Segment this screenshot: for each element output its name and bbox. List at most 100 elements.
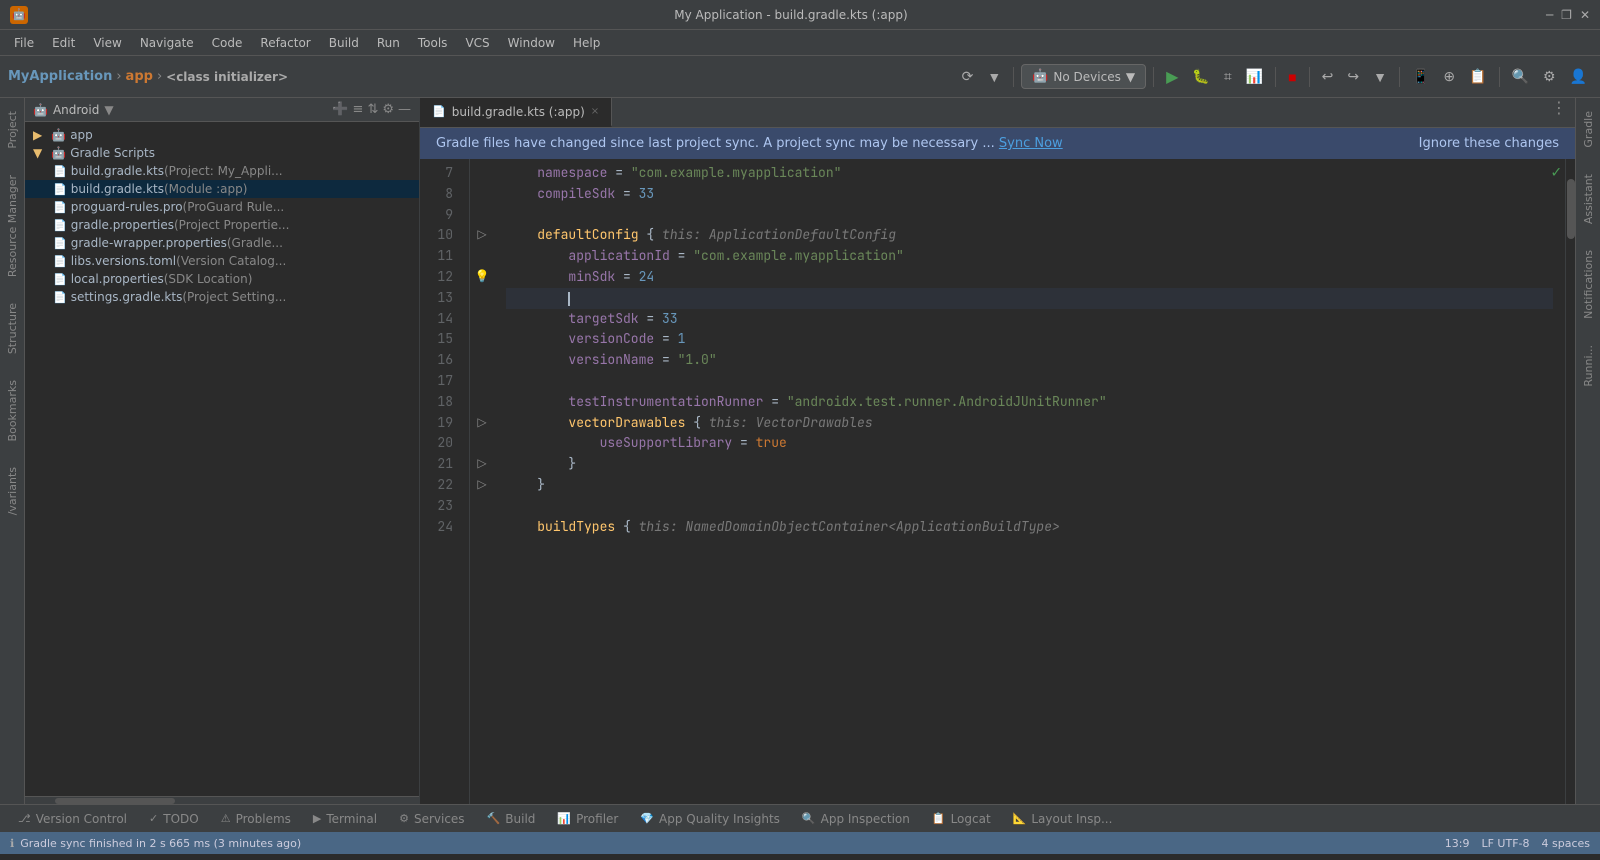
variants-label[interactable]: /variants <box>2 459 23 523</box>
code-line-8: compileSdk = 33 <box>506 184 1553 205</box>
todo-icon: ✓ <box>149 812 158 825</box>
dropdown-icon[interactable]: ▼ <box>104 103 113 117</box>
sync-now-link[interactable]: Sync Now <box>999 136 1063 151</box>
tab-close-button[interactable]: × <box>591 106 599 117</box>
run-button[interactable]: ▶ <box>1161 64 1183 90</box>
problems-tab[interactable]: ⚠ Problems <box>211 809 301 829</box>
minimize-button[interactable]: ─ <box>1546 8 1553 22</box>
version-control-tab[interactable]: ⎇ Version Control <box>8 809 137 829</box>
menu-edit[interactable]: Edit <box>44 34 83 52</box>
redo-button[interactable]: ↪ <box>1342 65 1364 88</box>
dropdown2-button[interactable]: ▼ <box>1368 66 1392 88</box>
tab-label: build.gradle.kts (:app) <box>452 105 585 119</box>
settings-button[interactable]: ⚙ <box>1538 65 1561 88</box>
logcat-tab[interactable]: 📋 Logcat <box>922 809 1001 829</box>
minimize-panel-icon[interactable]: — <box>398 102 411 117</box>
toolbar-right: ⟳ ▼ 🤖 No Devices ▼ ▶ 🐛 ⌗ 📊 ■ ↩ ↪ ▼ 📱 ⊕ <box>957 64 1592 90</box>
services-icon: ⚙ <box>399 812 409 825</box>
tree-item-proguard[interactable]: 📄 proguard-rules.pro (ProGuard Rule... <box>25 198 419 216</box>
separator-2 <box>1153 67 1154 87</box>
app-quality-tab[interactable]: 💎 App Quality Insights <box>630 809 790 829</box>
menu-window[interactable]: Window <box>500 34 563 52</box>
code-content[interactable]: ✓ namespace = "com.example.myapplication… <box>494 159 1565 804</box>
settings-gear-icon[interactable]: ⚙ <box>382 102 394 117</box>
code-line-21: } <box>506 454 1553 475</box>
menu-build[interactable]: Build <box>321 34 367 52</box>
code-line-15: versionCode = 1 <box>506 329 1553 350</box>
build-tab[interactable]: 🔨 Build <box>477 809 546 829</box>
app-icon: 🤖 <box>10 6 28 24</box>
gradle-panel-label[interactable]: Gradle <box>1578 103 1599 156</box>
tab-menu-button[interactable]: ⋮ <box>1543 98 1575 127</box>
undo-button[interactable]: ↩ <box>1317 65 1339 88</box>
tree-item-gradle-properties[interactable]: 📄 gradle.properties (Project Propertie..… <box>25 216 419 234</box>
device-selector[interactable]: 🤖 No Devices ▼ <box>1021 64 1146 89</box>
project-panel-label[interactable]: Project <box>2 103 23 157</box>
device-manager-button[interactable]: ⊕ <box>1438 65 1460 88</box>
coverage-button[interactable]: ⌗ <box>1219 65 1237 88</box>
tab-build-gradle[interactable]: 📄 build.gradle.kts (:app) × <box>420 98 612 127</box>
notifications-panel-label[interactable]: Notifications <box>1578 242 1599 327</box>
tab-spacer <box>612 98 1543 127</box>
breadcrumb-module[interactable]: app <box>126 69 153 84</box>
profiler-label: Profiler <box>576 812 618 826</box>
android-device-mgr[interactable]: 📱 <box>1407 65 1434 88</box>
vertical-scrollbar[interactable] <box>1565 159 1575 804</box>
menu-run[interactable]: Run <box>369 34 408 52</box>
menu-help[interactable]: Help <box>565 34 608 52</box>
add-file-icon[interactable]: ➕ <box>332 102 348 117</box>
filetree-toolbar: ➕ ≡ ⇅ ⚙ — <box>332 102 411 117</box>
services-tab[interactable]: ⚙ Services <box>389 809 474 829</box>
tree-item-build-gradle-module[interactable]: 📄 build.gradle.kts (Module :app) <box>25 180 419 198</box>
encoding-info[interactable]: LF UTF-8 <box>1481 837 1529 850</box>
menu-view[interactable]: View <box>85 34 129 52</box>
running-panel-label[interactable]: Runni... <box>1578 337 1599 395</box>
sync-button[interactable]: ⟳ <box>957 65 979 88</box>
indent-info[interactable]: 4 spaces <box>1542 837 1591 850</box>
debug-button[interactable]: 🐛 <box>1187 65 1214 88</box>
breadcrumb-project[interactable]: MyApplication <box>8 69 112 84</box>
assistant-panel-label[interactable]: Assistant <box>1578 166 1599 232</box>
terminal-tab[interactable]: ▶ Terminal <box>303 809 387 829</box>
structure-label[interactable]: Structure <box>2 295 23 362</box>
tree-item-libs-versions[interactable]: 📄 libs.versions.toml (Version Catalog... <box>25 252 419 270</box>
horizontal-scrollbar[interactable] <box>25 796 419 804</box>
todo-tab[interactable]: ✓ TODO <box>139 809 209 829</box>
menu-file[interactable]: File <box>6 34 42 52</box>
stop-button[interactable]: ■ <box>1283 66 1301 88</box>
account-button[interactable]: 👤 <box>1565 65 1592 88</box>
avd-manager[interactable]: 📋 <box>1464 65 1491 88</box>
app-quality-label: App Quality Insights <box>659 812 780 826</box>
separator-3 <box>1275 67 1276 87</box>
code-editor[interactable]: 7 8 9 10 11 12 13 14 15 16 17 18 19 20 2… <box>420 159 1575 804</box>
tree-item-app[interactable]: ▶ 🤖 app <box>25 126 419 144</box>
close-button[interactable]: ✕ <box>1580 8 1590 22</box>
tree-item-settings-gradle[interactable]: 📄 settings.gradle.kts (Project Setting..… <box>25 288 419 306</box>
tree-item-local-properties[interactable]: 📄 local.properties (SDK Location) <box>25 270 419 288</box>
tree-item-gradle-wrapper[interactable]: 📄 gradle-wrapper.properties (Gradle... <box>25 234 419 252</box>
menu-refactor[interactable]: Refactor <box>252 34 318 52</box>
dropdown-button[interactable]: ▼ <box>982 66 1006 88</box>
code-line-9 <box>506 205 1553 226</box>
code-line-19: vectorDrawables { this: VectorDrawables <box>506 413 1553 434</box>
restore-button[interactable]: ❐ <box>1561 8 1572 22</box>
menu-vcs[interactable]: VCS <box>457 34 497 52</box>
search-button[interactable]: 🔍 <box>1507 65 1534 88</box>
profile-button[interactable]: 📊 <box>1241 65 1268 88</box>
app-inspection-tab[interactable]: 🔍 App Inspection <box>792 809 920 829</box>
cursor-position[interactable]: 13:9 <box>1445 837 1470 850</box>
ignore-changes-link[interactable]: Ignore these changes <box>1419 136 1559 151</box>
device-dropdown-icon: ▼ <box>1126 70 1135 84</box>
resource-manager-label[interactable]: Resource Manager <box>2 167 23 285</box>
layout-inspector-tab[interactable]: 📐 Layout Insp... <box>1003 809 1123 829</box>
bookmarks-label[interactable]: Bookmarks <box>2 372 23 449</box>
collapse-all-icon[interactable]: ≡ <box>353 102 364 117</box>
menu-tools[interactable]: Tools <box>410 34 456 52</box>
expand-all-icon[interactable]: ⇅ <box>367 102 378 117</box>
tree-item-build-gradle-project[interactable]: 📄 build.gradle.kts (Project: My_Appli... <box>25 162 419 180</box>
menu-navigate[interactable]: Navigate <box>132 34 202 52</box>
breadcrumb-class[interactable]: <class initializer> <box>166 70 288 84</box>
menu-code[interactable]: Code <box>204 34 251 52</box>
tree-item-gradle-scripts[interactable]: ▼ 🤖 Gradle Scripts <box>25 144 419 162</box>
profiler-tab[interactable]: 📊 Profiler <box>547 809 628 829</box>
